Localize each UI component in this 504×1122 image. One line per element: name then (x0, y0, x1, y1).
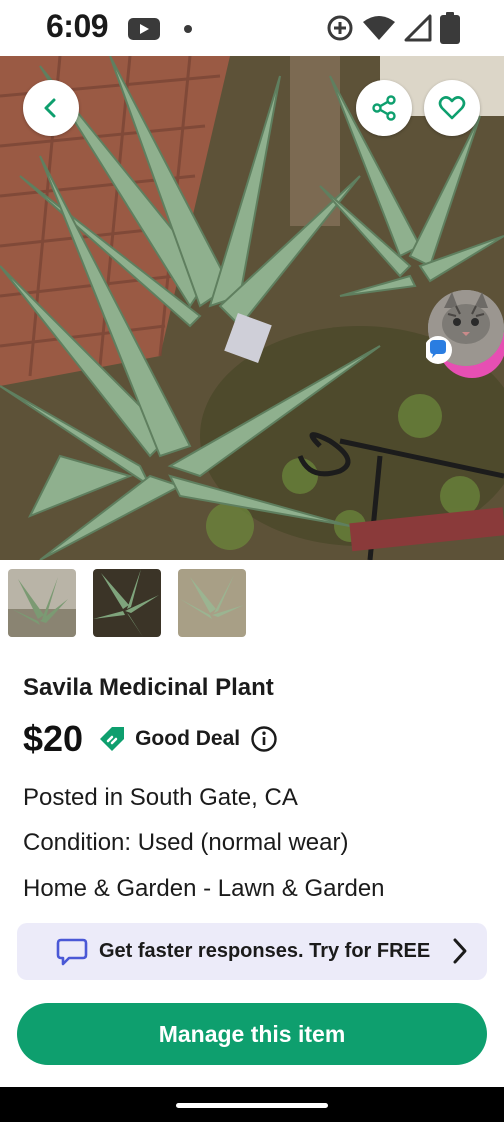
price-row: $20 Good Deal (23, 718, 278, 760)
promo-banner[interactable]: Get faster responses. Try for FREE (17, 923, 487, 980)
status-time: 6:09 (46, 8, 109, 44)
chat-bubble-outline-icon (56, 938, 88, 965)
thumbnail-3[interactable] (178, 569, 246, 637)
status-left-icons (128, 16, 198, 47)
chat-head-bubble[interactable] (424, 288, 504, 380)
promo-text: Get faster responses. Try for FREE (99, 940, 431, 962)
listing-condition: Condition: Used (normal wear) (23, 829, 349, 856)
listing-title: Savila Medicinal Plant (23, 674, 274, 701)
listing-location: Posted in South Gate, CA (23, 784, 298, 811)
info-icon[interactable] (250, 725, 278, 753)
youtube-icon (128, 18, 160, 40)
wifi-icon (363, 16, 395, 40)
share-button[interactable] (356, 80, 412, 136)
dot-icon (184, 25, 192, 33)
listing-category: Home & Garden - Lawn & Garden (23, 875, 385, 902)
listing-photo[interactable] (0, 56, 504, 560)
signal-icon (404, 14, 432, 42)
thumbnail-strip (8, 569, 246, 637)
listing-price: $20 (23, 718, 84, 759)
data-saver-icon (327, 15, 353, 41)
thumbnail-image (178, 569, 246, 637)
heart-icon (438, 96, 466, 120)
thumbnail-image (8, 569, 76, 637)
good-deal-tag-icon (100, 727, 125, 751)
thumbnail-image (93, 569, 161, 637)
status-bar: 6:09 (0, 0, 504, 56)
share-icon (372, 95, 396, 121)
thumbnail-1[interactable] (8, 569, 76, 637)
system-nav-bar (0, 1087, 504, 1122)
home-gesture-handle[interactable] (176, 1103, 328, 1108)
battery-icon (440, 12, 460, 44)
chevron-left-icon (44, 98, 56, 118)
back-button[interactable] (23, 80, 79, 136)
thumbnail-2[interactable] (93, 569, 161, 637)
good-deal-label: Good Deal (135, 727, 241, 750)
status-right-icons (326, 12, 460, 44)
favorite-button[interactable] (424, 80, 480, 136)
manage-item-button[interactable]: Manage this item (17, 1003, 487, 1065)
chevron-right-icon (453, 938, 467, 964)
